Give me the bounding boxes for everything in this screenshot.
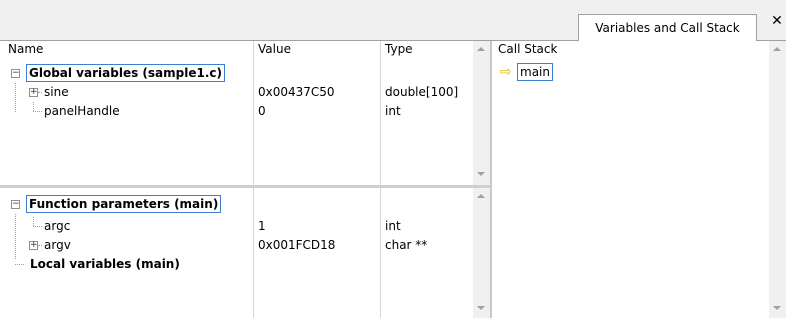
call-stack-panel: Call Stack ⇨ main xyxy=(492,41,786,318)
scroll-down-icon[interactable] xyxy=(773,306,781,310)
variable-value: 0 xyxy=(258,104,266,118)
vertical-scrollbar[interactable] xyxy=(473,188,490,318)
name-column-header[interactable]: Name xyxy=(8,41,248,57)
tab-bar: Variables and Call Stack ✕ xyxy=(0,0,786,41)
vertical-scrollbar[interactable] xyxy=(473,41,490,185)
variable-type: int xyxy=(385,104,401,118)
expand-icon[interactable]: + xyxy=(29,88,38,97)
scroll-up-icon[interactable] xyxy=(773,47,781,51)
variables-panel: Name Value Type − Global variables (samp… xyxy=(0,41,490,318)
scroll-down-icon[interactable] xyxy=(477,306,485,310)
scroll-down-icon[interactable] xyxy=(477,172,485,176)
scroll-up-icon[interactable] xyxy=(477,194,485,198)
variable-type: double[100] xyxy=(385,85,459,99)
table-row[interactable]: + sine 0x00437C50 double[100] xyxy=(0,83,470,101)
variable-name: panelHandle xyxy=(44,104,120,118)
frame-name: main xyxy=(517,63,553,81)
scroll-up-icon[interactable] xyxy=(477,47,485,51)
table-row[interactable]: argc 1 int xyxy=(0,217,470,235)
global-variables-group[interactable]: − Global variables (sample1.c) xyxy=(0,64,470,82)
function-parameters-label: Function parameters (main) xyxy=(26,195,222,213)
variable-value: 0x001FCD18 xyxy=(258,238,336,252)
variable-name: argv xyxy=(44,238,71,252)
tab-variables-and-call-stack[interactable]: Variables and Call Stack xyxy=(578,14,757,41)
variable-value: 0x00437C50 xyxy=(258,85,335,99)
local-variables-group[interactable]: Local variables (main) xyxy=(0,255,470,273)
collapse-icon[interactable]: − xyxy=(11,200,20,209)
variable-name: argc xyxy=(44,219,71,233)
local-variables-label: Local variables (main) xyxy=(30,257,180,271)
collapse-icon[interactable]: − xyxy=(11,69,20,78)
type-column-header[interactable]: Type xyxy=(385,41,465,57)
function-parameters-group[interactable]: − Function parameters (main) xyxy=(0,195,470,213)
tree-line xyxy=(33,226,42,227)
tree-line xyxy=(15,264,24,265)
value-column-header[interactable]: Value xyxy=(258,41,378,57)
tree-line xyxy=(33,111,42,112)
variable-type: int xyxy=(385,219,401,233)
variable-type: char ** xyxy=(385,238,428,252)
expand-icon[interactable]: + xyxy=(29,241,38,250)
variable-name: sine xyxy=(44,85,69,99)
tree-line xyxy=(38,92,42,93)
pane-splitter[interactable] xyxy=(0,185,490,188)
table-row[interactable]: + argv 0x001FCD18 char ** xyxy=(0,236,470,254)
close-icon[interactable]: ✕ xyxy=(769,13,785,29)
global-variables-label: Global variables (sample1.c) xyxy=(26,64,225,82)
table-row[interactable]: panelHandle 0 int xyxy=(0,102,470,120)
current-frame-arrow-icon: ⇨ xyxy=(500,64,512,80)
vertical-scrollbar[interactable] xyxy=(769,41,786,318)
tree-line xyxy=(33,102,34,111)
tree-line xyxy=(33,217,34,226)
variable-value: 1 xyxy=(258,219,266,233)
call-stack-header[interactable]: Call Stack xyxy=(498,41,698,57)
call-stack-frame[interactable]: ⇨ main xyxy=(492,63,772,81)
tree-line xyxy=(38,245,42,246)
